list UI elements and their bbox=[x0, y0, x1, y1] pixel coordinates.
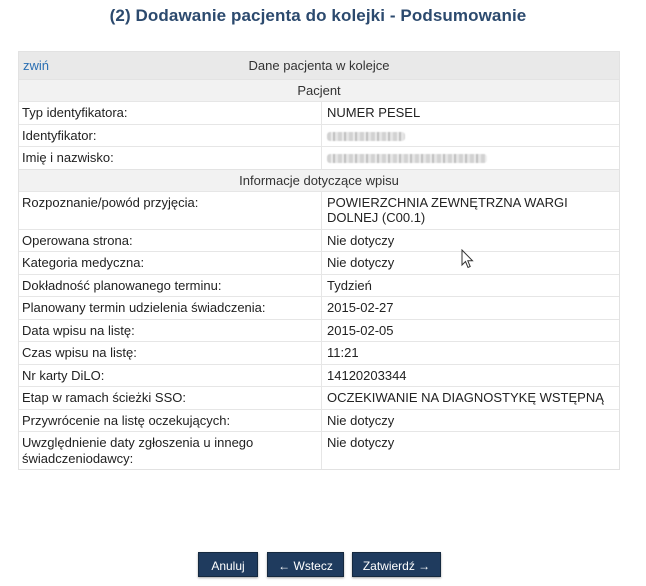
row-label: Planowany termin udzielenia świadczenia: bbox=[19, 296, 322, 319]
row-value: OCZEKIWANIE NA DIAGNOSTYKĘ WSTĘPNĄ bbox=[321, 386, 619, 409]
row-label: Przywrócenie na listę oczekujących: bbox=[19, 408, 322, 432]
row-value bbox=[321, 123, 619, 147]
row-value: Nie dotyczy bbox=[321, 408, 619, 432]
row-value: 11:21 bbox=[321, 341, 619, 364]
section-header-patient: Pacjent bbox=[19, 79, 619, 101]
row-label: Rozpoznanie/powód przyjęcia: bbox=[19, 190, 322, 229]
redacted-name bbox=[327, 154, 487, 164]
cancel-button[interactable]: Anuluj bbox=[198, 552, 258, 577]
section-header-entry: Informacje dotyczące wpisu bbox=[19, 168, 619, 191]
confirm-button[interactable]: Zatwierdź → bbox=[352, 552, 441, 577]
row-value: 2015-02-05 bbox=[321, 318, 619, 342]
table-row: Etap w ramach ścieżki SSO: OCZEKIWANIE N… bbox=[19, 386, 619, 409]
table-row: Data wpisu na listę: 2015-02-05 bbox=[19, 318, 619, 342]
row-value: Tydzień bbox=[321, 273, 619, 297]
table-row: Dokładność planowanego terminu: Tydzień bbox=[19, 273, 619, 297]
row-label: Czas wpisu na listę: bbox=[19, 341, 322, 364]
row-value: NUMER PESEL bbox=[321, 101, 619, 124]
panel-header: zwiń Dane pacjenta w kolejce bbox=[19, 52, 619, 79]
table-row: Nr karty DiLO: 14120203344 bbox=[19, 363, 619, 387]
row-value bbox=[321, 146, 619, 169]
table-row: Identyfikator: bbox=[19, 123, 619, 147]
row-label: Imię i nazwisko: bbox=[19, 146, 322, 169]
row-label: Data wpisu na listę: bbox=[19, 318, 322, 342]
panel-header-title: Dane pacjenta w kolejce bbox=[248, 58, 390, 73]
table-row: Rozpoznanie/powód przyjęcia: POWIERZCHNI… bbox=[19, 190, 619, 229]
page-title: (2) Dodawanie pacjenta do kolejki - Pods… bbox=[109, 6, 527, 25]
table-row: Kategoria medyczna: Nie dotyczy bbox=[19, 251, 619, 274]
row-value: Nie dotyczy bbox=[321, 431, 619, 469]
table-row: Czas wpisu na listę: 11:21 bbox=[19, 341, 619, 364]
entry-details-table: Rozpoznanie/powód przyjęcia: POWIERZCHNI… bbox=[19, 190, 619, 469]
row-label: Nr karty DiLO: bbox=[19, 363, 322, 387]
action-buttons: Anuluj ← Wstecz Zatwierdź → bbox=[0, 552, 646, 578]
patient-queue-panel: zwiń Dane pacjenta w kolejce Pacjent Typ… bbox=[18, 51, 620, 470]
row-label: Etap w ramach ścieżki SSO: bbox=[19, 386, 322, 409]
row-label: Uwzględnienie daty zgłoszenia u innego ś… bbox=[19, 431, 322, 469]
table-row: Planowany termin udzielenia świadczenia:… bbox=[19, 296, 619, 319]
row-value: 2015-02-27 bbox=[321, 296, 619, 319]
row-label: Operowana strona: bbox=[19, 228, 322, 252]
row-value: 14120203344 bbox=[321, 363, 619, 387]
redacted-identifier bbox=[327, 131, 405, 141]
collapse-link[interactable]: zwiń bbox=[23, 52, 49, 79]
table-row: Przywrócenie na listę oczekujących: Nie … bbox=[19, 408, 619, 432]
row-label: Kategoria medyczna: bbox=[19, 251, 322, 274]
row-value: POWIERZCHNIA ZEWNĘTRZNA WARGI DOLNEJ (C0… bbox=[321, 190, 619, 229]
row-label: Identyfikator: bbox=[19, 123, 322, 147]
table-row: Typ identyfikatora: NUMER PESEL bbox=[19, 101, 619, 124]
table-row: Imię i nazwisko: bbox=[19, 146, 619, 169]
patient-details-table: Typ identyfikatora: NUMER PESEL Identyfi… bbox=[19, 101, 619, 169]
table-row: Uwzględnienie daty zgłoszenia u innego ś… bbox=[19, 431, 619, 469]
row-label: Typ identyfikatora: bbox=[19, 101, 322, 124]
back-button[interactable]: ← Wstecz bbox=[267, 552, 344, 577]
mouse-cursor-icon bbox=[461, 249, 474, 269]
table-row: Operowana strona: Nie dotyczy bbox=[19, 228, 619, 252]
row-label: Dokładność planowanego terminu: bbox=[19, 273, 322, 297]
